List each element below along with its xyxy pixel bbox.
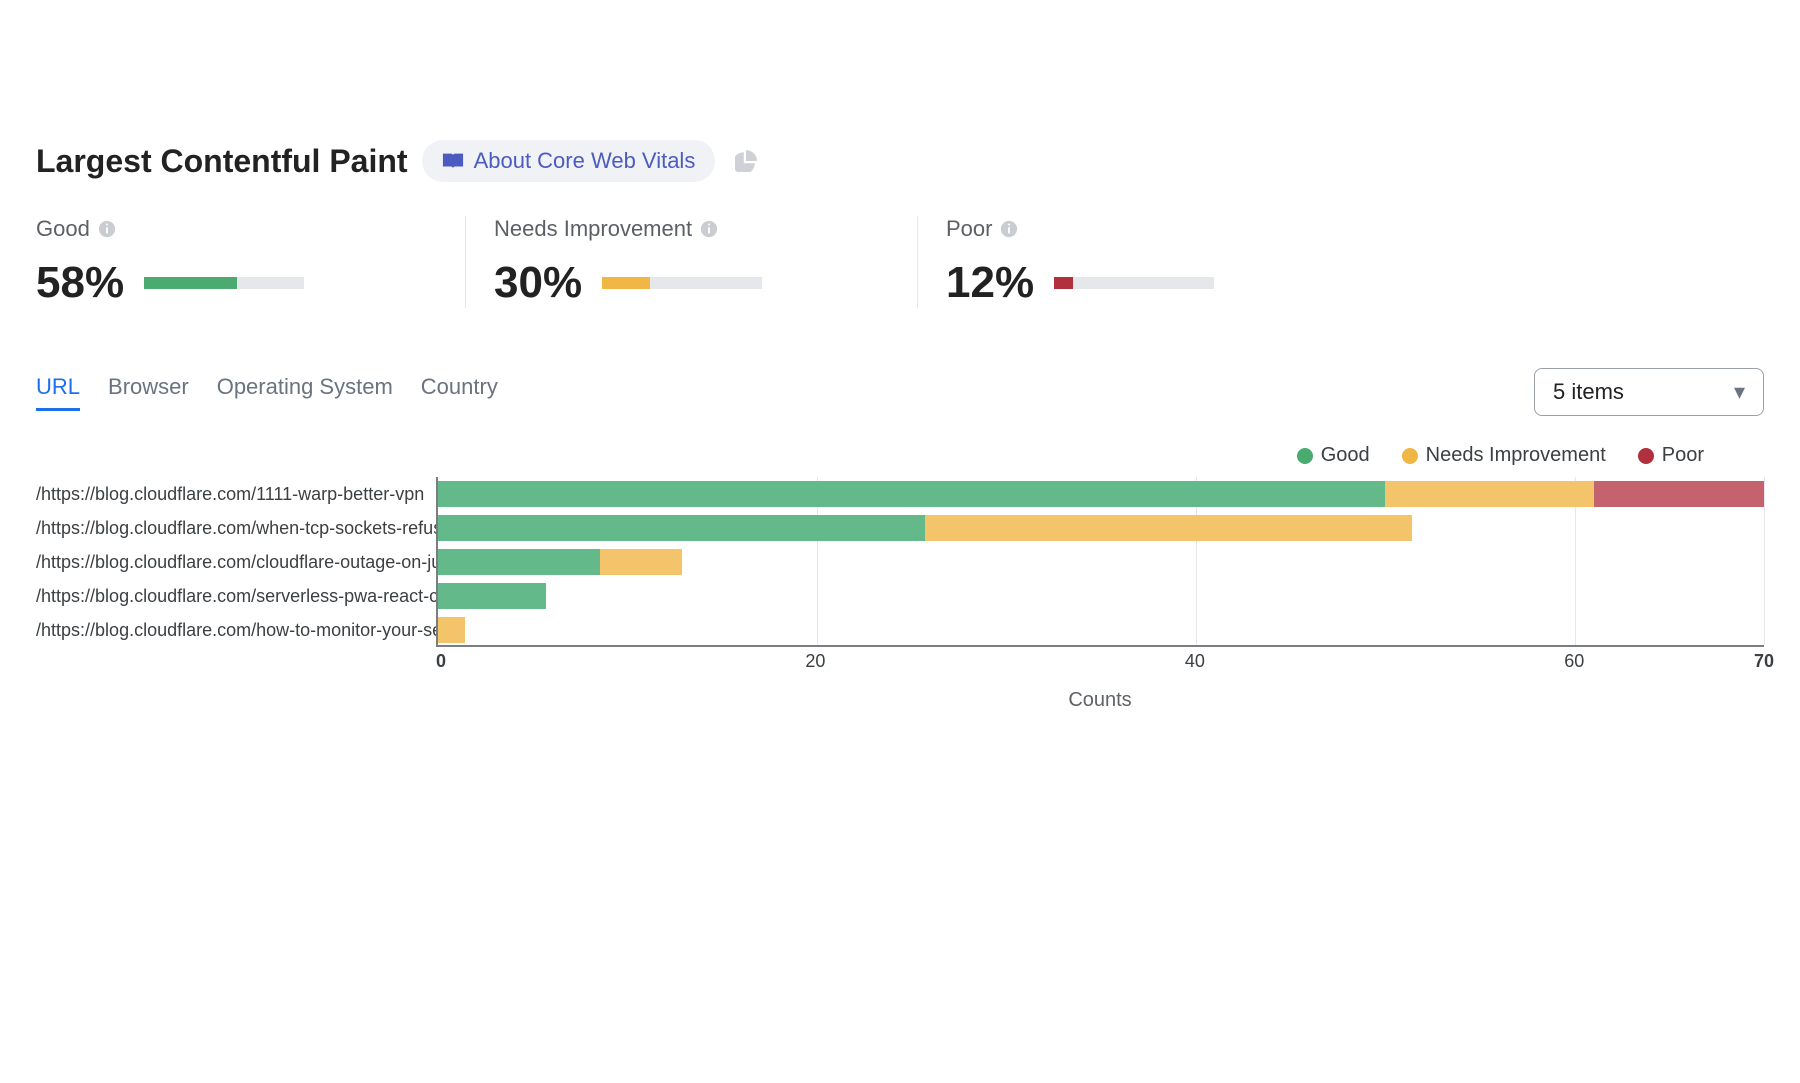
- chart-bar-segment: [438, 481, 1385, 507]
- items-count-select[interactable]: 5 items ▾: [1534, 368, 1764, 416]
- chart-bar-row[interactable]: [438, 583, 817, 609]
- book-icon: [442, 151, 464, 171]
- tabs: URL Browser Operating System Country: [36, 374, 498, 411]
- chart-legend: Good Needs Improvement Poor: [36, 444, 1764, 467]
- about-core-web-vitals-link[interactable]: About Core Web Vitals: [422, 140, 716, 182]
- metric-good-value: 58%: [36, 258, 124, 308]
- chart-x-tick: 0: [436, 651, 446, 672]
- metrics-row: Good 58% Needs Improvement 30% Poor 12%: [36, 216, 1764, 308]
- chart-y-label: https://blog.cloudflare.com/serverless-p…: [36, 579, 436, 613]
- metric-poor: Poor 12%: [918, 216, 1370, 308]
- legend-needs-improvement[interactable]: Needs Improvement: [1402, 444, 1606, 467]
- metric-poor-label: Poor: [946, 216, 992, 242]
- tabs-row: URL Browser Operating System Country 5 item…: [36, 368, 1764, 416]
- chart-x-tick: 60: [1564, 651, 1584, 672]
- chart-x-axis-label: Counts: [436, 689, 1764, 712]
- chart-x-axis: 020406070: [436, 647, 1764, 677]
- legend-good[interactable]: Good: [1297, 444, 1370, 467]
- about-link-label: About Core Web Vitals: [474, 148, 696, 174]
- chart-bar-row[interactable]: [438, 481, 1764, 507]
- chart-x-tick: 40: [1185, 651, 1205, 672]
- page-title: Largest Contentful Paint: [36, 143, 408, 180]
- legend-poor[interactable]: Poor: [1638, 444, 1704, 467]
- legend-dot-icon: [1402, 448, 1418, 464]
- info-icon[interactable]: [1000, 220, 1018, 238]
- metric-poor-bar: [1054, 277, 1214, 289]
- chart-bar-row[interactable]: [438, 549, 1006, 575]
- chart-bar-row[interactable]: [438, 617, 627, 643]
- chart-y-label: https://blog.cloudflare.com/cloudflare-o…: [36, 545, 436, 579]
- chart-bar-segment: [1594, 481, 1764, 507]
- chart-y-label: https://blog.cloudflare.com/1111-warp-be…: [36, 477, 436, 511]
- legend-good-label: Good: [1321, 444, 1370, 467]
- legend-needs-improvement-label: Needs Improvement: [1426, 444, 1606, 467]
- url-breakdown-chart: https://blog.cloudflare.com/1111-warp-be…: [36, 477, 1764, 647]
- metric-needs-improvement-bar: [602, 277, 762, 289]
- tab-operating-system[interactable]: Operating System: [217, 374, 393, 411]
- chart-y-label: https://blog.cloudflare.com/how-to-monit…: [36, 613, 436, 647]
- chart-bar-segment: [438, 515, 925, 541]
- pie-chart-icon[interactable]: [735, 150, 757, 172]
- chart-bar-segment: [600, 549, 681, 575]
- chart-x-tick: 20: [805, 651, 825, 672]
- metric-good-label: Good: [36, 216, 90, 242]
- chart-plot-area: [436, 477, 1764, 647]
- tab-country[interactable]: Country: [421, 374, 498, 411]
- metric-poor-value: 12%: [946, 258, 1034, 308]
- items-select-label: 5 items: [1553, 379, 1624, 405]
- chart-bar-segment: [925, 515, 1412, 541]
- chart-bar-segment: [1385, 481, 1593, 507]
- legend-dot-icon: [1638, 448, 1654, 464]
- chart-bar-row[interactable]: [438, 515, 1575, 541]
- chart-bar-segment: [438, 583, 546, 609]
- metric-needs-improvement: Needs Improvement 30%: [466, 216, 918, 308]
- tab-url[interactable]: URL: [36, 374, 80, 411]
- chart-bar-segment: [438, 549, 600, 575]
- metric-good: Good 58%: [36, 216, 466, 308]
- chart-y-labels: https://blog.cloudflare.com/1111-warp-be…: [36, 477, 436, 647]
- legend-poor-label: Poor: [1662, 444, 1704, 467]
- tab-browser[interactable]: Browser: [108, 374, 189, 411]
- chart-bar-segment: [438, 617, 465, 643]
- chevron-down-icon: ▾: [1734, 379, 1745, 405]
- legend-dot-icon: [1297, 448, 1313, 464]
- chart-y-label: https://blog.cloudflare.com/when-tcp-soc…: [36, 511, 436, 545]
- metric-needs-improvement-value: 30%: [494, 258, 582, 308]
- metric-good-bar: [144, 277, 304, 289]
- header: Largest Contentful Paint About Core Web …: [36, 140, 1764, 182]
- info-icon[interactable]: [98, 220, 116, 238]
- metric-needs-improvement-label: Needs Improvement: [494, 216, 692, 242]
- chart-x-tick: 70: [1754, 651, 1774, 672]
- info-icon[interactable]: [700, 220, 718, 238]
